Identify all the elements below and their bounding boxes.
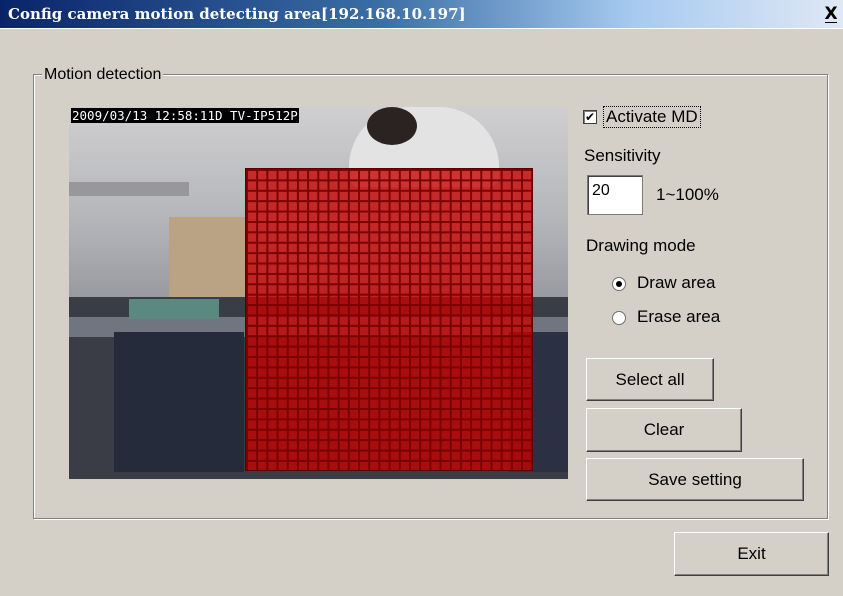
camera-device: [129, 299, 219, 319]
motion-area-grid[interactable]: [245, 168, 533, 471]
draw-area-label[interactable]: Draw area: [637, 273, 715, 293]
sensitivity-input[interactable]: 20: [587, 175, 643, 215]
camera-person-head: [367, 107, 417, 145]
camera-preview[interactable]: 2009/03/13 12:58:11D TV-IP512P: [69, 107, 568, 479]
activate-md-label[interactable]: Activate MD: [603, 106, 701, 128]
camera-shelf: [69, 182, 189, 196]
save-setting-button[interactable]: Save setting: [586, 458, 804, 501]
erase-area-radio[interactable]: [612, 311, 626, 325]
group-label: Motion detection: [42, 66, 164, 84]
title-bar: Config camera motion detecting area[192.…: [0, 0, 843, 29]
clear-button[interactable]: Clear: [586, 408, 742, 452]
activate-md-checkbox[interactable]: ✔: [583, 110, 597, 124]
sensitivity-label: Sensitivity: [584, 146, 661, 165]
exit-button[interactable]: Exit: [674, 532, 829, 576]
camera-box: [169, 217, 249, 297]
camera-timestamp: 2009/03/13 12:58:11D TV-IP512P: [71, 108, 299, 123]
close-button[interactable]: X: [821, 4, 841, 24]
draw-area-radio[interactable]: [612, 277, 626, 291]
camera-cabinet-left: [114, 332, 244, 472]
window-title: Config camera motion detecting area[192.…: [8, 5, 466, 23]
select-all-button[interactable]: Select all: [586, 358, 714, 401]
drawing-mode-label: Drawing mode: [586, 236, 696, 255]
erase-area-label[interactable]: Erase area: [637, 307, 720, 327]
sensitivity-range: 1~100%: [656, 185, 719, 204]
